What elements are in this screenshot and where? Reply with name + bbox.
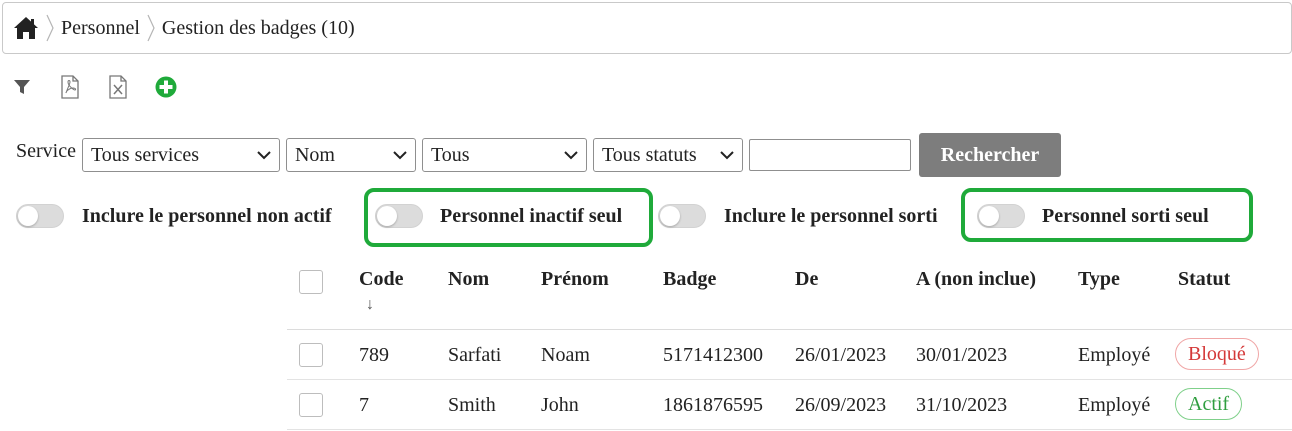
search-button[interactable]: Rechercher [918,133,1061,177]
column-de[interactable]: De [795,268,818,291]
service-select-value: Tous services [90,143,200,166]
filter-icon[interactable] [10,74,34,100]
badges-table: Code ↓ Nom Prénom Badge De A (non inclue… [287,258,1292,430]
toggle-label: Inclure le personnel sorti [724,204,938,227]
chevron-right-icon [144,11,158,45]
scope-select[interactable]: Tous [421,138,587,172]
chevron-down-icon [257,148,271,162]
toggle-switch[interactable] [658,204,706,228]
cell-a: 31/10/2023 [916,394,1008,416]
toggle-departed-only[interactable]: Personnel sorti seul [977,204,1209,228]
cell-prenom: John [541,394,579,416]
toggle-include-inactive[interactable]: Inclure le personnel non actif [16,204,332,228]
toggle-switch[interactable] [375,204,423,228]
filter-bar: Service Tous services Nom Tous Tous stat… [16,133,1061,177]
table-header: Code ↓ Nom Prénom Badge De A (non inclue… [287,258,1292,330]
column-prenom[interactable]: Prénom [541,268,609,291]
cell-de: 26/09/2023 [795,394,887,416]
cell-prenom: Noam [541,344,590,366]
chevron-down-icon [564,148,578,162]
search-input[interactable] [748,139,911,171]
chevron-down-icon [720,148,734,162]
toggle-switch[interactable] [16,204,64,228]
column-badge[interactable]: Badge [663,268,716,291]
chevron-right-icon [43,11,57,45]
scope-select-value: Tous [430,143,470,166]
toggle-include-departed[interactable]: Inclure le personnel sorti [658,204,938,228]
service-label: Service [16,139,76,162]
row-checkbox[interactable] [299,343,323,367]
toggle-label: Personnel inactif seul [440,204,623,227]
column-type[interactable]: Type [1078,268,1120,291]
select-all-checkbox[interactable] [299,270,323,294]
excel-export-icon[interactable] [106,74,130,100]
table-row[interactable]: 789 Sarfati Noam 5171412300 26/01/2023 3… [287,330,1292,380]
column-a-non-inclue[interactable]: A (non inclue) [916,268,1036,291]
row-checkbox[interactable] [299,393,323,417]
toolbar [10,74,202,100]
status-badge: Actif [1175,388,1243,420]
cell-code: 7 [359,394,369,416]
cell-type: Employé [1078,394,1151,416]
cell-nom: Sarfati [448,344,502,366]
status-badge: Bloqué [1175,338,1259,370]
status-select-value: Tous statuts [601,143,697,166]
field-select[interactable]: Nom [285,138,416,172]
cell-code: 789 [359,344,389,366]
toggle-label: Personnel sorti seul [1042,204,1209,227]
cell-de: 26/01/2023 [795,344,887,366]
chevron-down-icon [393,148,407,162]
toggle-inactive-only[interactable]: Personnel inactif seul [375,204,622,228]
toggle-switch[interactable] [977,204,1025,228]
toggle-label: Inclure le personnel non actif [82,204,332,227]
cell-a: 30/01/2023 [916,344,1008,366]
pdf-export-icon[interactable] [58,74,82,100]
service-select[interactable]: Tous services [81,138,280,172]
breadcrumb-current-page: Gestion des badges (10) [161,16,355,39]
cell-type: Employé [1078,344,1151,366]
breadcrumb-personnel[interactable]: Personnel [61,17,140,40]
add-circle-icon[interactable] [154,74,178,100]
status-select[interactable]: Tous statuts [592,138,743,172]
cell-badge: 5171412300 [663,344,763,366]
column-nom[interactable]: Nom [448,268,489,291]
cell-badge: 1861876595 [663,394,763,416]
sort-arrow-icon[interactable]: ↓ [366,296,374,314]
column-code[interactable]: Code [359,268,403,291]
column-statut[interactable]: Statut [1178,268,1230,291]
home-icon[interactable] [13,15,39,41]
cell-nom: Smith [448,394,496,416]
table-row[interactable]: 7 Smith John 1861876595 26/09/2023 31/10… [287,380,1292,430]
breadcrumb: Personnel Gestion des badges (10) [2,2,1292,54]
field-select-value: Nom [294,143,335,166]
